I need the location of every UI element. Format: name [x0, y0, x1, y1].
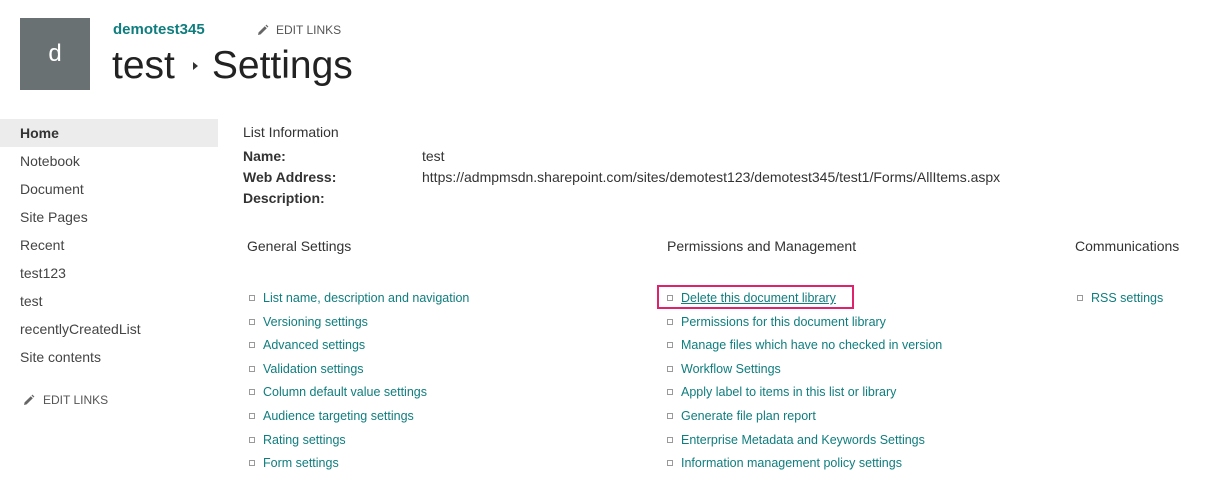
list-item: Validation settings — [249, 361, 469, 385]
edit-links-nav-label: EDIT LINKS — [43, 393, 109, 407]
bullet-icon — [249, 365, 255, 372]
bullet-icon — [1077, 295, 1083, 301]
permissions-management-list: Delete this document library Permissions… — [667, 290, 942, 479]
list-item: Workflow Settings — [667, 361, 942, 385]
bullet-icon — [667, 460, 673, 467]
web-address-label: Web Address: — [243, 169, 337, 185]
list-item: Enterprise Metadata and Keywords Setting… — [667, 432, 942, 456]
breadcrumb-arrow-icon — [192, 62, 198, 70]
site-logo[interactable]: d — [20, 18, 90, 90]
bullet-icon — [667, 365, 673, 372]
validation-settings-link[interactable]: Validation settings — [263, 362, 364, 376]
bullet-icon — [667, 342, 673, 349]
nav-item-site-pages[interactable]: Site Pages — [0, 203, 218, 231]
nav-item-notebook[interactable]: Notebook — [0, 147, 218, 175]
list-item: Permissions for this document library — [667, 314, 942, 338]
advanced-settings-link[interactable]: Advanced settings — [263, 338, 365, 352]
bullet-icon — [249, 342, 255, 349]
rating-settings-link[interactable]: Rating settings — [263, 433, 346, 447]
bullet-icon — [249, 295, 255, 301]
list-item: List name, description and navigation — [249, 290, 469, 314]
nav-item-recently-created-list[interactable]: recentlyCreatedList — [0, 315, 218, 343]
bullet-icon — [667, 318, 673, 325]
list-item: Delete this document library — [667, 290, 942, 314]
edit-links-nav-button[interactable]: EDIT LINKS — [22, 393, 108, 407]
bullet-icon — [667, 412, 673, 419]
audience-targeting-settings-link[interactable]: Audience targeting settings — [263, 409, 414, 423]
information-management-policy-link[interactable]: Information management policy settings — [681, 456, 902, 470]
form-settings-link[interactable]: Form settings — [263, 456, 339, 470]
pencil-icon — [258, 24, 269, 35]
nav-item-site-contents[interactable]: Site contents — [0, 343, 218, 371]
list-item: Audience targeting settings — [249, 408, 469, 432]
manage-unchecked-files-link[interactable]: Manage files which have no checked in ve… — [681, 338, 942, 352]
communications-heading: Communications — [1075, 238, 1180, 254]
versioning-settings-link[interactable]: Versioning settings — [263, 315, 368, 329]
list-item: RSS settings — [1077, 290, 1163, 314]
list-item: Information management policy settings — [667, 455, 942, 479]
workflow-settings-link[interactable]: Workflow Settings — [681, 362, 781, 376]
nav-item-recent[interactable]: Recent — [0, 231, 218, 259]
rss-settings-link[interactable]: RSS settings — [1091, 291, 1163, 305]
nav-item-home[interactable]: Home — [0, 119, 218, 147]
nav-item-test[interactable]: test — [0, 287, 218, 315]
generate-file-plan-report-link[interactable]: Generate file plan report — [681, 409, 816, 423]
bullet-icon — [667, 389, 673, 396]
breadcrumb-list-link[interactable]: test — [112, 40, 175, 92]
communications-list: RSS settings — [1077, 290, 1163, 314]
column-default-value-settings-link[interactable]: Column default value settings — [263, 385, 427, 399]
nav-item-test123[interactable]: test123 — [0, 259, 218, 287]
bullet-icon — [249, 318, 255, 325]
list-item: Form settings — [249, 455, 469, 479]
description-label: Description: — [243, 190, 325, 206]
list-item: Advanced settings — [249, 337, 469, 361]
permissions-document-library-link[interactable]: Permissions for this document library — [681, 315, 886, 329]
bullet-icon — [667, 295, 673, 301]
list-item: Apply label to items in this list or lib… — [667, 384, 942, 408]
general-settings-list: List name, description and navigation Ve… — [249, 290, 469, 479]
site-logo-letter: d — [48, 40, 62, 67]
name-label: Name: — [243, 148, 286, 164]
edit-links-top-button[interactable]: EDIT LINKS — [256, 23, 341, 37]
list-information-heading: List Information — [243, 124, 339, 140]
pencil-icon — [24, 394, 35, 405]
list-name-description-navigation-link[interactable]: List name, description and navigation — [263, 291, 469, 305]
breadcrumb: test Settings — [112, 40, 353, 92]
bullet-icon — [249, 389, 255, 396]
bullet-icon — [249, 412, 255, 419]
list-item: Manage files which have no checked in ve… — [667, 337, 942, 361]
web-address-value: https://admpmsdn.sharepoint.com/sites/de… — [422, 169, 1001, 185]
nav-item-document[interactable]: Document — [0, 175, 218, 203]
enterprise-metadata-settings-link[interactable]: Enterprise Metadata and Keywords Setting… — [681, 433, 925, 447]
bullet-icon — [667, 436, 673, 443]
list-item: Rating settings — [249, 432, 469, 456]
list-item: Versioning settings — [249, 314, 469, 338]
list-item: Column default value settings — [249, 384, 469, 408]
list-item: Generate file plan report — [667, 408, 942, 432]
page-title: Settings — [211, 44, 353, 87]
permissions-management-heading: Permissions and Management — [667, 238, 857, 254]
general-settings-heading: General Settings — [247, 238, 352, 254]
edit-links-top-label: EDIT LINKS — [276, 23, 342, 37]
name-value: test — [422, 148, 445, 164]
quick-launch-nav: Home Notebook Document Site Pages Recent… — [0, 119, 218, 371]
apply-label-link[interactable]: Apply label to items in this list or lib… — [681, 385, 896, 399]
delete-document-library-link[interactable]: Delete this document library — [681, 291, 836, 305]
bullet-icon — [249, 436, 255, 443]
bullet-icon — [249, 460, 255, 467]
site-name-link[interactable]: demotest345 — [113, 21, 205, 38]
